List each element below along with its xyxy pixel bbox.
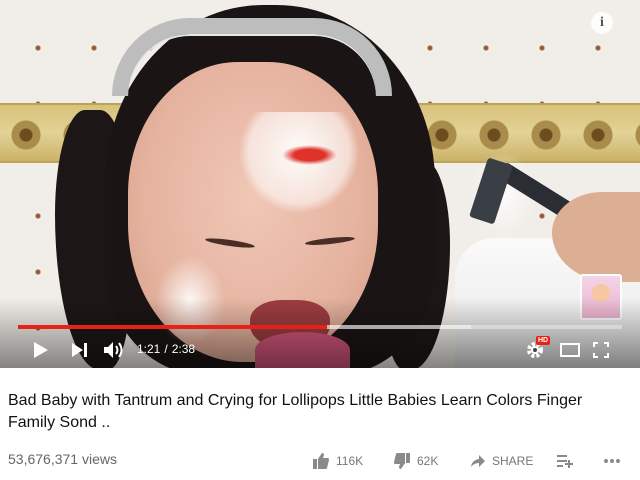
add-to-playlist-button[interactable] — [556, 451, 574, 471]
share-button[interactable]: SHARE — [470, 451, 533, 471]
duration: 2:38 — [171, 342, 196, 356]
like-button[interactable]: 116K — [312, 451, 363, 471]
fullscreen-button[interactable] — [592, 341, 610, 359]
video-player[interactable]: i 1:21 / 2:38 HD — [0, 0, 640, 368]
like-count: 116K — [336, 454, 364, 468]
progress-played — [18, 325, 327, 329]
play-button[interactable] — [32, 341, 50, 359]
thumbs-up-icon — [313, 453, 329, 469]
thumbs-down-icon — [394, 453, 410, 469]
hd-badge: HD — [536, 336, 551, 345]
play-icon — [34, 342, 48, 358]
volume-icon — [104, 342, 123, 358]
progress-bar[interactable] — [18, 325, 622, 329]
theater-mode-button[interactable] — [559, 341, 581, 359]
current-time: 1:21 — [137, 342, 161, 356]
forehead-cut — [282, 145, 337, 165]
skip-next-icon — [72, 343, 87, 357]
dislike-count: 62K — [417, 454, 439, 468]
info-icon[interactable]: i — [591, 12, 613, 34]
next-button[interactable] — [70, 341, 90, 359]
time-display: 1:21 / 2:38 — [137, 342, 195, 356]
share-arrow-icon — [471, 455, 485, 467]
share-label: SHARE — [492, 454, 534, 468]
more-horizontal-icon — [604, 459, 620, 463]
video-title: Bad Baby with Tantrum and Crying for Lol… — [8, 392, 583, 431]
fullscreen-icon — [593, 342, 609, 358]
theater-icon — [560, 343, 580, 357]
view-count: 53,676,371 views — [8, 451, 117, 467]
time-separator: / — [164, 342, 168, 356]
dislike-button[interactable]: 62K — [393, 451, 438, 471]
more-actions-button[interactable] — [603, 451, 621, 471]
add-to-playlist-icon — [557, 455, 573, 468]
headband — [112, 18, 392, 96]
volume-button[interactable] — [103, 341, 125, 359]
